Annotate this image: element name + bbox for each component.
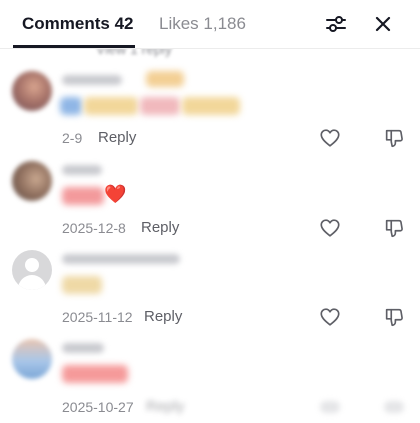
reply-button[interactable]: Reply: [146, 398, 184, 415]
filter-button[interactable]: [322, 10, 350, 38]
close-icon: [375, 16, 391, 32]
heart-icon[interactable]: [319, 217, 341, 239]
tab-likes[interactable]: Likes 1,186: [159, 14, 246, 34]
heart-icon[interactable]: [320, 401, 340, 413]
comment-text: [60, 97, 82, 115]
sliders-icon: [326, 16, 346, 32]
close-button[interactable]: [369, 10, 397, 38]
dislike-icon[interactable]: [384, 401, 404, 413]
comment-list[interactable]: View 1 reply 2-9 Reply ❤️ 2025-12-8 Repl…: [0, 49, 420, 423]
view-replies-remnant[interactable]: View 1 reply: [96, 49, 172, 57]
comment-text: [140, 97, 180, 115]
comment-item: 2-9 Reply: [0, 67, 420, 157]
comment-text: [182, 97, 240, 115]
username[interactable]: [62, 343, 104, 353]
heart-icon[interactable]: [319, 127, 341, 149]
comment-text: [84, 97, 138, 115]
avatar[interactable]: [12, 339, 52, 379]
comment-date: 2025-11-12: [62, 309, 133, 325]
dislike-icon[interactable]: [383, 217, 405, 239]
username[interactable]: [62, 75, 122, 85]
tab-comments[interactable]: Comments 42: [22, 14, 133, 34]
active-tab-indicator: [13, 45, 135, 48]
username[interactable]: [62, 165, 102, 175]
reply-button[interactable]: Reply: [144, 308, 182, 325]
reply-button[interactable]: Reply: [98, 129, 136, 146]
comment-text: [62, 365, 128, 383]
comment-date: 2025-12-8: [62, 220, 126, 236]
username-badge: [146, 71, 184, 87]
comment-text: [62, 276, 102, 294]
heart-emoji: ❤️: [104, 184, 127, 204]
reply-button[interactable]: Reply: [141, 219, 179, 236]
comments-header: Comments 42 Likes 1,186: [0, 0, 420, 49]
comment-date: 2025-10-27: [62, 399, 134, 415]
comment-text: [62, 187, 104, 205]
comment-item: 2025-11-12 Reply: [0, 246, 420, 336]
dislike-icon[interactable]: [383, 306, 405, 328]
comment-date: 2-9: [62, 130, 83, 146]
heart-icon[interactable]: [319, 306, 341, 328]
comment-item: 2025-10-27 Reply: [0, 335, 420, 423]
username[interactable]: [62, 254, 180, 264]
avatar[interactable]: [12, 250, 52, 290]
avatar[interactable]: [12, 161, 52, 201]
avatar[interactable]: [12, 71, 52, 111]
comment-item: ❤️ 2025-12-8 Reply: [0, 157, 420, 247]
dislike-icon[interactable]: [383, 127, 405, 149]
